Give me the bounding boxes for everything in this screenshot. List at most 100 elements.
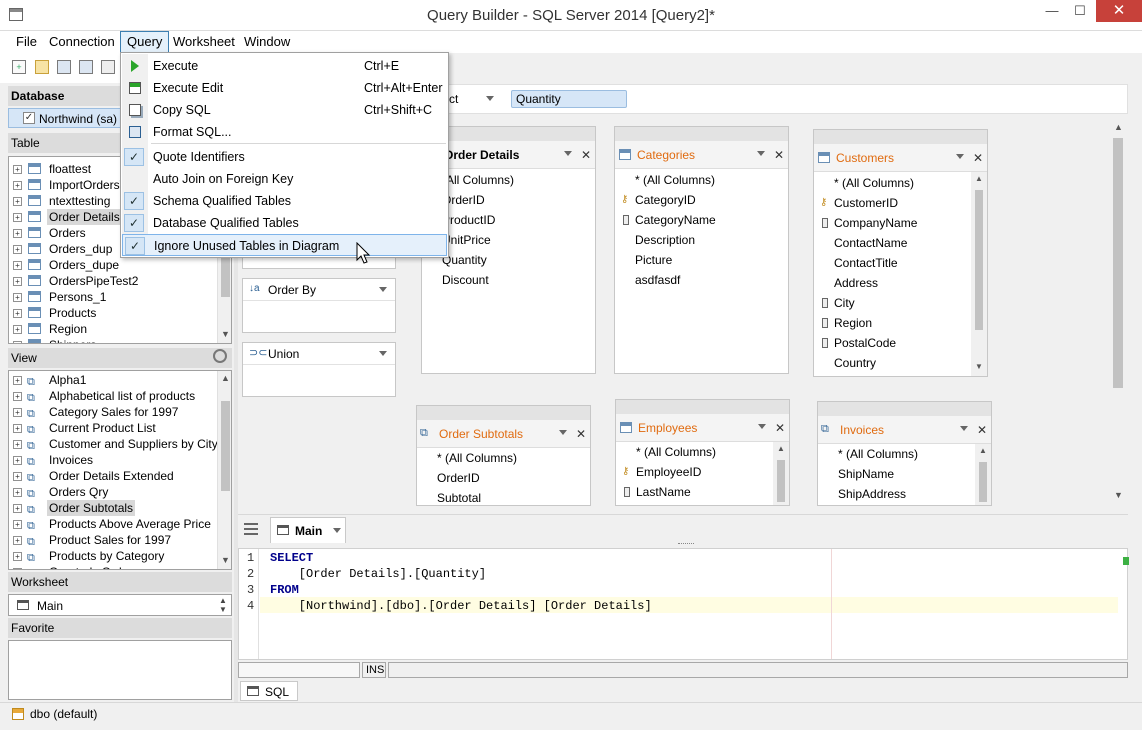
query-menu-item[interactable]: ✓ Quote Identifiers	[122, 146, 447, 168]
invoices-scroll-thumb[interactable]	[979, 462, 987, 502]
new-query-icon[interactable]: +	[12, 60, 26, 74]
expand-icon[interactable]: +	[13, 229, 22, 238]
sql-line[interactable]: SELECT	[270, 551, 313, 565]
table-column[interactable]: ⚷ EmployeeID	[616, 462, 766, 482]
maximize-button[interactable]: ☐	[1066, 0, 1094, 22]
splitter-grip[interactable]	[678, 543, 694, 546]
customers-scrollbar[interactable]: ▲ ▼	[971, 172, 987, 376]
expand-icon[interactable]: +	[13, 568, 22, 569]
expand-icon[interactable]: +	[13, 293, 22, 302]
print-icon[interactable]	[101, 60, 115, 74]
scroll-up-icon[interactable]: ▲	[221, 373, 230, 383]
menu-window[interactable]: Window	[238, 31, 296, 53]
expand-icon[interactable]: +	[13, 392, 22, 401]
view-list-item[interactable]: + ⧉ Order Subtotals	[9, 500, 217, 516]
table-list-item[interactable]: + Persons_1	[9, 289, 217, 305]
menu-worksheet[interactable]: Worksheet	[167, 31, 241, 53]
table-column[interactable]: PostalCode	[814, 333, 964, 353]
worksheet-spin-icon[interactable]: ▲ ▼	[219, 596, 227, 614]
expand-icon[interactable]: +	[13, 440, 22, 449]
view-search-icon[interactable]	[213, 349, 227, 363]
criteria-dropdown-icon[interactable]	[486, 96, 494, 101]
query-menu-item[interactable]: Execute Ctrl+E	[122, 55, 447, 77]
query-menu-item[interactable]: ✓ Database Qualified Tables	[122, 212, 447, 234]
save-icon[interactable]	[57, 60, 71, 74]
table-column[interactable]: ShipAddress	[818, 484, 968, 504]
table-list-item[interactable]: + Orders_dupe	[9, 257, 217, 273]
view-list-item[interactable]: + ⧉ Category Sales for 1997	[9, 404, 217, 420]
view-list-item[interactable]: + ⧉ Quarterly Orders	[9, 564, 217, 569]
sql-editor[interactable]: 1 SELECT 2 [Order Details].[Quantity] 3 FROM…	[238, 548, 1129, 660]
table-column[interactable]: * (All Columns)	[616, 442, 766, 462]
menu-connection[interactable]: Connection	[43, 31, 121, 53]
table-column[interactable]: Picture	[615, 250, 765, 270]
table-close-icon[interactable]: ✕	[576, 427, 586, 441]
table-column[interactable]: ShipName	[818, 464, 968, 484]
table-column[interactable]: CategoryName	[615, 210, 765, 230]
open-folder-icon[interactable]	[35, 60, 49, 74]
table-column[interactable]: Country	[814, 353, 964, 373]
table-column[interactable]: * (All Columns)	[814, 173, 964, 193]
expand-icon[interactable]: +	[13, 488, 22, 497]
view-list-item[interactable]: + ⧉ Product Sales for 1997	[9, 532, 217, 548]
expand-icon[interactable]: +	[13, 213, 22, 222]
tab-sql[interactable]: SQL	[240, 681, 298, 701]
customers-scroll-thumb[interactable]	[975, 190, 983, 330]
expand-icon[interactable]: +	[13, 552, 22, 561]
table-column[interactable]: LastName	[616, 482, 766, 502]
query-menu-item[interactable]: Copy SQL Ctrl+Shift+C	[122, 99, 447, 121]
table-column[interactable]: * (All Columns)	[615, 170, 765, 190]
worksheet-selector[interactable]: Main ▲ ▼	[8, 594, 232, 616]
scroll-down-icon[interactable]: ▼	[975, 362, 983, 371]
scroll-up-icon[interactable]: ▲	[979, 446, 987, 455]
expand-icon[interactable]: +	[13, 456, 22, 465]
table-list-item[interactable]: + Region	[9, 321, 217, 337]
view-list-item[interactable]: + ⧉ Products by Category	[9, 548, 217, 564]
expand-icon[interactable]: +	[13, 520, 22, 529]
view-list-item[interactable]: + ⧉ Invoices	[9, 452, 217, 468]
expand-icon[interactable]: +	[13, 408, 22, 417]
save-all-icon[interactable]	[79, 60, 93, 74]
order-by-card[interactable]: ↓a Order By	[242, 278, 396, 333]
expand-icon[interactable]: +	[13, 309, 22, 318]
view-list-item[interactable]: + ⧉ Customer and Suppliers by City	[9, 436, 218, 452]
table-menu-icon[interactable]	[559, 430, 567, 435]
view-list-item[interactable]: + ⧉ Order Details Extended	[9, 468, 217, 484]
table-close-icon[interactable]: ✕	[774, 148, 784, 162]
sql-line[interactable]: [Northwind].[dbo].[Order Details] [Order…	[270, 599, 652, 613]
diagram-scroll-up-icon[interactable]: ▲	[1114, 122, 1123, 132]
menu-file[interactable]: File	[10, 31, 43, 53]
table-column[interactable]: Subtotal	[417, 488, 567, 508]
table-employees[interactable]: Employees ✕ * (All Columns) ⚷ EmployeeID La…	[615, 399, 790, 506]
employees-scrollbar[interactable]: ▲	[773, 442, 789, 505]
table-column[interactable]: Description	[615, 230, 765, 250]
table-column[interactable]: City	[814, 293, 964, 313]
table-column[interactable]: Address	[814, 273, 964, 293]
menu-query[interactable]: Query	[120, 31, 170, 53]
expand-icon[interactable]: +	[13, 424, 22, 433]
union-dropdown-icon[interactable]	[379, 351, 387, 356]
tabs-menu-icon[interactable]	[244, 523, 258, 535]
table-column[interactable]: ContactTitle	[814, 253, 964, 273]
table-menu-icon[interactable]	[564, 151, 572, 156]
view-list-scroll-thumb[interactable]	[221, 401, 230, 491]
table-menu-icon[interactable]	[960, 426, 968, 431]
view-list-item[interactable]: + ⧉ Alphabetical list of products	[9, 388, 217, 404]
table-column[interactable]: * (All Columns)	[818, 444, 968, 464]
table-column[interactable]: Region	[814, 313, 964, 333]
expand-icon[interactable]: +	[13, 277, 22, 286]
sql-line[interactable]: [Order Details].[Quantity]	[270, 567, 486, 581]
table-column[interactable]: OrderID	[417, 468, 567, 488]
table-menu-icon[interactable]	[956, 154, 964, 159]
query-menu-item[interactable]: ✓ Ignore Unused Tables in Diagram	[122, 234, 447, 256]
expand-icon[interactable]: +	[13, 261, 22, 270]
query-menu-item[interactable]: Format SQL...	[122, 121, 447, 143]
order-by-dropdown-icon[interactable]	[379, 287, 387, 292]
table-close-icon[interactable]: ✕	[775, 421, 785, 435]
minimize-button[interactable]: —	[1038, 0, 1066, 22]
expand-icon[interactable]: +	[13, 472, 22, 481]
view-list-scrollbar[interactable]: ▲ ▼	[217, 371, 231, 569]
table-list-item[interactable]: + Shippers	[9, 337, 217, 343]
view-list-item[interactable]: + ⧉ Current Product List	[9, 420, 217, 436]
scroll-down-icon[interactable]: ▼	[221, 555, 230, 565]
